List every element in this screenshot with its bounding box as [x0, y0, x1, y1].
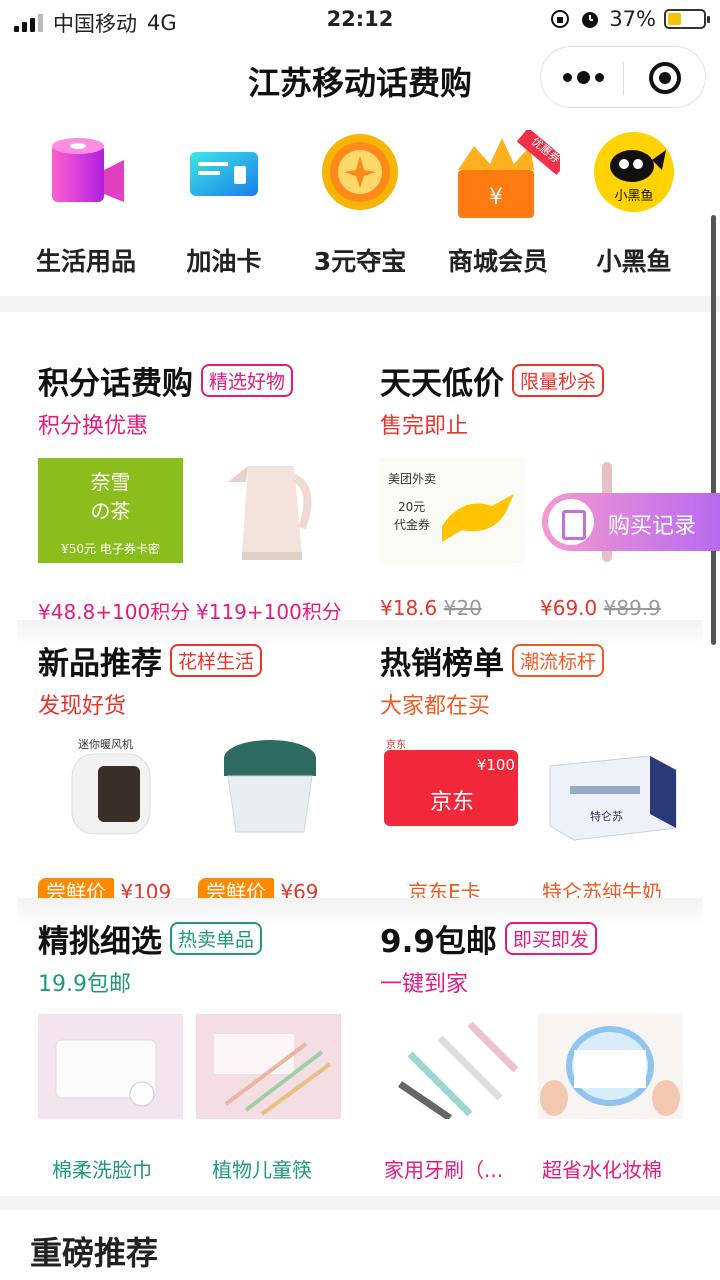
quick-item-black-fish[interactable]: 小黑鱼 小黑鱼	[564, 130, 704, 278]
section-new-products[interactable]: 新品推荐 花样生活 发现好货 迷你暖风机 尝鲜价 ¥109 尝鲜价 ¥69	[38, 640, 378, 906]
section-tag: 精选好物	[201, 363, 294, 397]
section-subtitle: 一键到家	[380, 972, 469, 997]
section-points-shopping[interactable]: 积分话费购 精选好物 积分换优惠 奈雪 の茶 ¥50元 电子券卡密 ¥48.8+…	[38, 360, 378, 624]
section-subtitle: 19.9包邮	[38, 972, 131, 997]
section-title: 热销榜单	[380, 645, 504, 682]
section-tag: 花样生活	[170, 643, 263, 677]
section-tag: 限量秒杀	[512, 363, 605, 397]
section-free-shipping[interactable]: 9.9包邮 即买即发 一键到家 家用牙刷（... 超省水化妆棉	[380, 918, 720, 1182]
receipt-icon	[548, 499, 594, 545]
product-image-kettle[interactable]	[198, 458, 343, 563]
fuel-card-icon	[182, 130, 266, 214]
section-tag: 热卖单品	[170, 921, 263, 955]
product-name: 棉柔洗脸巾	[52, 1158, 152, 1182]
section-tag: 即买即发	[504, 921, 597, 955]
product-image-meituan-voucher[interactable]: 美团外卖 20元 代金券	[380, 458, 525, 563]
miniprogram-capsule	[540, 46, 706, 108]
product-old-price: ¥89.9	[603, 596, 661, 620]
product-image-face-towel[interactable]	[38, 1014, 183, 1119]
section-subtitle: 积分换优惠	[38, 414, 149, 439]
product-image-chopper[interactable]	[198, 736, 343, 841]
quick-item-label: 商城会员	[447, 247, 548, 276]
section-title: 新品推荐	[38, 645, 162, 682]
product-image-mini-heater[interactable]: 迷你暖风机	[38, 736, 183, 841]
product-image-chopsticks[interactable]	[196, 1014, 341, 1119]
svg-text:小黑鱼: 小黑鱼	[614, 188, 653, 204]
quick-item-label: 小黑鱼	[596, 247, 672, 276]
product-image-cotton-pads[interactable]	[538, 1014, 683, 1119]
product-image-jd-card[interactable]: 京东 ¥100 京东	[380, 736, 525, 841]
crown-coupon-icon: ¥ 优惠券	[456, 130, 560, 218]
purchase-history-label: 购买记录	[608, 514, 697, 539]
close-miniprogram-icon[interactable]	[649, 62, 681, 94]
svg-text:¥: ¥	[489, 185, 503, 210]
section-tag: 潮流标杆	[512, 643, 605, 677]
product-old-price: ¥20	[443, 596, 482, 620]
section-title: 天天低价	[380, 365, 504, 402]
quick-item-label: 加油卡	[186, 247, 262, 276]
alarm-icon	[582, 12, 599, 28]
battery-icon	[664, 9, 710, 29]
quick-item-member[interactable]: ¥ 优惠券 商城会员	[428, 130, 568, 278]
product-price: ¥18.6 ¥20	[380, 596, 482, 620]
status-bar: 中国移动 4G 22:12 37%	[0, 0, 720, 40]
quick-item-label: 3元夺宝	[313, 247, 407, 276]
quick-item-label: 生活用品	[35, 247, 136, 276]
quick-entry-row: 生活用品 加油卡 3元夺宝 ¥ 优惠券 商城会员 小黑鱼 小黑鱼	[0, 130, 720, 290]
quick-item-fuel-card[interactable]: 加油卡	[154, 130, 294, 278]
section-divider	[0, 1196, 720, 1210]
section-daily-low-price[interactable]: 天天低价 限量秒杀 售完即止 美团外卖 20元 代金券 ¥18.6 ¥20 ¥6…	[380, 360, 720, 620]
section-title: 9.9包邮	[380, 923, 497, 960]
more-icon[interactable]	[563, 71, 604, 84]
product-name: 超省水化妆棉	[542, 1158, 662, 1182]
featured-title: 重磅推荐	[30, 1234, 159, 1272]
product-name: 家用牙刷（...	[384, 1158, 504, 1182]
quick-item-treasure[interactable]: 3元夺宝	[290, 130, 430, 278]
product-image-toothbrushes[interactable]	[380, 1014, 525, 1121]
treasure-coin-icon	[318, 130, 402, 214]
rotation-lock-icon	[551, 10, 570, 28]
section-title: 精挑细选	[38, 923, 162, 960]
product-image-nayuki-card[interactable]: 奈雪 の茶 ¥50元 电子券卡密	[38, 458, 183, 563]
nav-bar: 江苏移动话费购	[0, 40, 720, 120]
product-price: ¥69.0 ¥89.9	[540, 596, 661, 620]
battery-percent: 37%	[609, 7, 656, 31]
section-subtitle: 发现好货	[38, 694, 127, 719]
section-handpicked[interactable]: 精挑细选 热卖单品 19.9包邮 棉柔洗脸巾 植物儿童筷	[38, 918, 378, 1182]
purchase-history-button[interactable]: 购买记录	[542, 493, 720, 551]
section-subtitle: 大家都在买	[380, 694, 491, 719]
quick-item-daily-goods[interactable]: 生活用品	[16, 130, 156, 278]
product-image-milk-box[interactable]: 特仑苏	[540, 736, 685, 841]
section-subtitle: 售完即止	[380, 414, 469, 439]
section-divider	[0, 296, 720, 312]
black-fish-icon: 小黑鱼	[592, 130, 676, 214]
section-title: 积分话费购	[38, 365, 193, 402]
product-name: 植物儿童筷	[212, 1158, 312, 1182]
capsule-divider	[623, 61, 624, 95]
section-bestsellers[interactable]: 热销榜单 潮流标杆 大家都在买 京东 ¥100 京东 特仑苏 京东E卡 特仑苏纯…	[380, 640, 720, 904]
tissue-roll-icon	[44, 130, 128, 214]
